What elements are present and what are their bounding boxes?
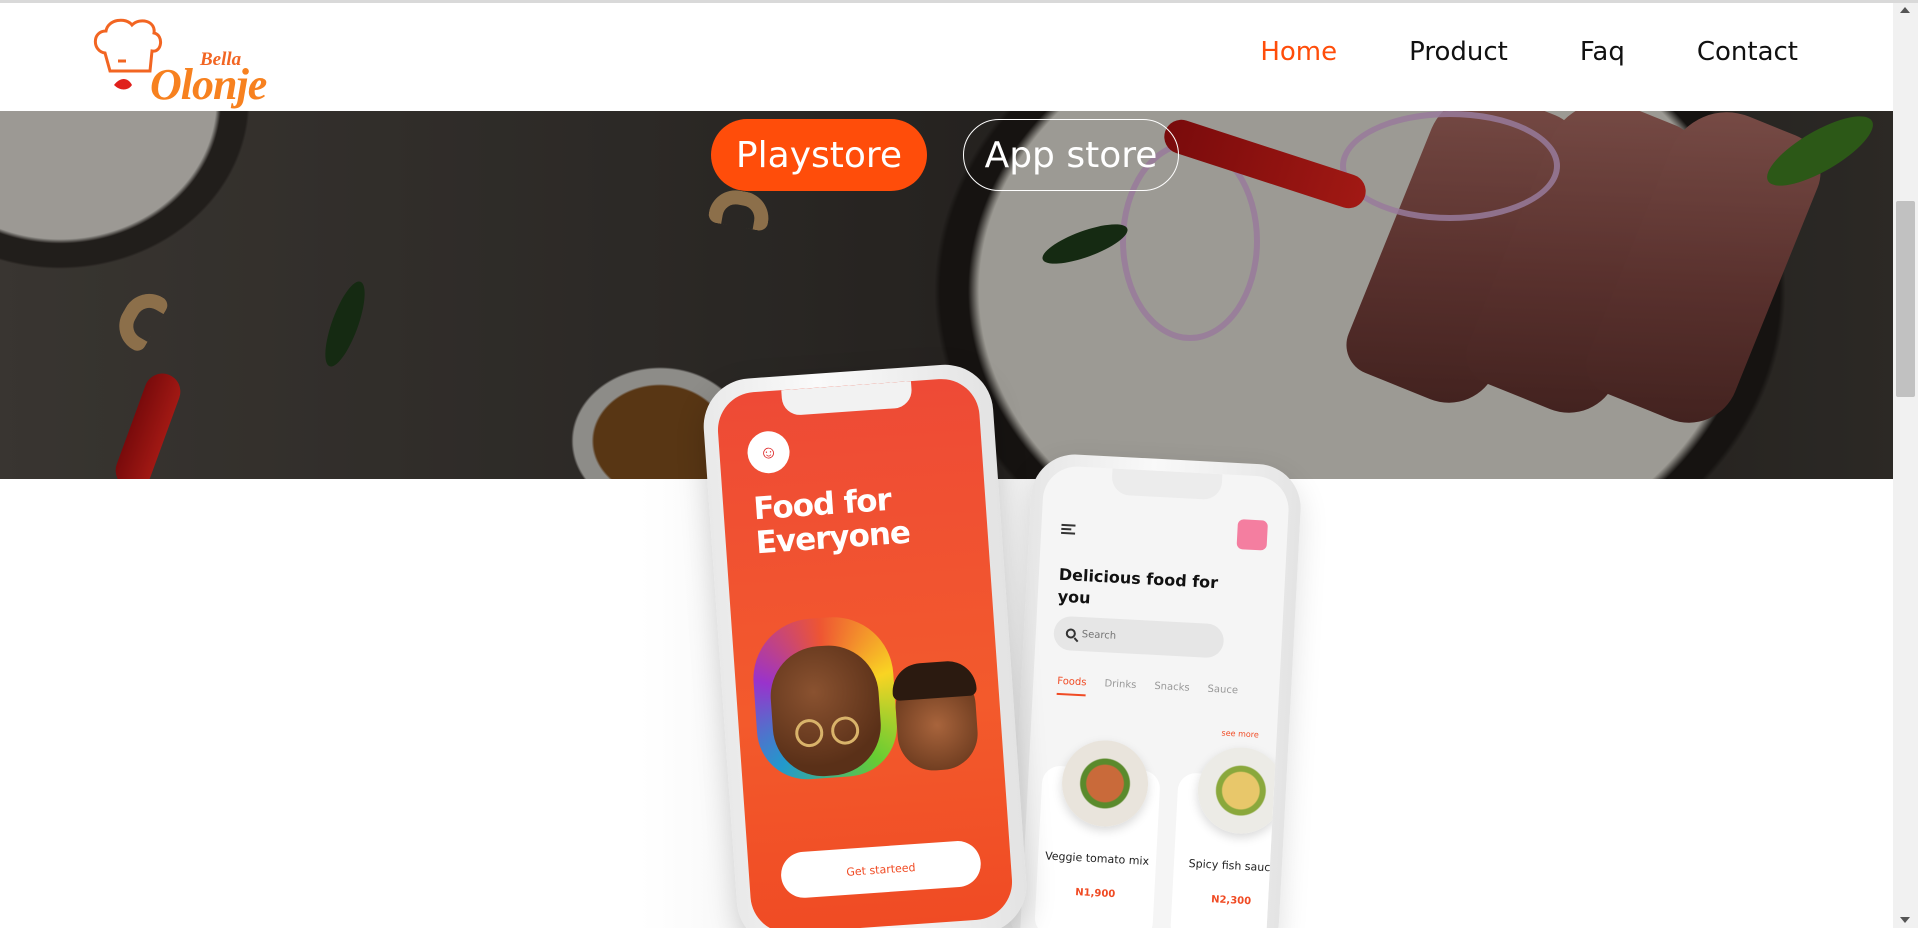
- phone-mockup-welcome: ☺ Food for Everyone Get starteed: [700, 361, 1030, 928]
- avatar-illustration: [749, 613, 901, 783]
- tab-foods[interactable]: Foods: [1056, 675, 1087, 697]
- tab-sauce[interactable]: Sauce: [1207, 684, 1238, 705]
- glasses-icon: [830, 715, 861, 746]
- main-nav: Home Product Faq Contact: [1260, 37, 1798, 67]
- brand-logo[interactable]: Bella Olonje: [90, 15, 290, 110]
- playstore-button[interactable]: Playstore: [711, 119, 927, 191]
- nav-home[interactable]: Home: [1260, 37, 1337, 67]
- scroll-down-arrow-icon[interactable]: [1900, 917, 1910, 923]
- nav-faq[interactable]: Faq: [1580, 37, 1625, 67]
- food-price: N2,300: [1210, 894, 1252, 908]
- browser-viewport: Bella Olonje Home Product Faq Contact Pl…: [0, 0, 1918, 928]
- page: Bella Olonje Home Product Faq Contact Pl…: [0, 3, 1893, 928]
- menu-headline: Delicious food for you: [1057, 564, 1219, 608]
- avatar-illustration: [890, 659, 981, 773]
- phone-screen: Delicious food for you Foods Drinks Snac…: [1019, 464, 1291, 928]
- logo-text-main: Olonje: [150, 60, 267, 109]
- category-tabs: Foods Drinks Snacks Sauce: [1056, 675, 1238, 705]
- food-plate-image: [1195, 745, 1287, 836]
- food-plate-image: [1059, 738, 1151, 829]
- menu-icon[interactable]: [1061, 523, 1076, 535]
- scroll-up-arrow-icon[interactable]: [1900, 7, 1910, 13]
- scroll-thumb[interactable]: [1896, 201, 1915, 397]
- phone-notch: [781, 381, 913, 417]
- tab-drinks[interactable]: Drinks: [1104, 678, 1136, 699]
- see-more-link[interactable]: see more: [1221, 729, 1259, 740]
- nav-product[interactable]: Product: [1409, 37, 1508, 67]
- food-card[interactable]: Veggie tomato mix N1,900: [1034, 738, 1161, 928]
- food-name: Veggie tomato mix: [1044, 849, 1150, 868]
- food-card[interactable]: Spicy fish sauce N2,300: [1169, 745, 1291, 928]
- chef-hat-icon: ☺: [746, 429, 791, 475]
- search-bar[interactable]: [1052, 615, 1225, 659]
- site-header: Bella Olonje Home Product Faq Contact: [0, 3, 1893, 111]
- search-icon: [1065, 628, 1077, 639]
- page-scrollbar[interactable]: [1893, 3, 1918, 928]
- nav-contact[interactable]: Contact: [1697, 37, 1798, 67]
- appstore-button[interactable]: App store: [963, 119, 1179, 191]
- glasses-icon: [794, 718, 825, 749]
- phone-notch: [1111, 468, 1223, 501]
- get-started-button[interactable]: Get starteed: [779, 839, 983, 900]
- store-buttons: Playstore App store: [711, 119, 1179, 191]
- welcome-headline: Food for Everyone: [752, 481, 912, 562]
- search-input[interactable]: [1081, 628, 1202, 646]
- user-avatar[interactable]: [1236, 519, 1269, 551]
- phone-screen: ☺ Food for Everyone Get starteed: [715, 376, 1015, 928]
- tab-snacks[interactable]: Snacks: [1154, 681, 1190, 702]
- food-price: N1,900: [1074, 887, 1116, 901]
- food-name: Spicy fish sauce: [1188, 856, 1278, 875]
- avatar-face: [767, 642, 885, 780]
- avatar-hair: [890, 659, 978, 702]
- phone-mockup-menu: Delicious food for you Foods Drinks Snac…: [1007, 452, 1303, 928]
